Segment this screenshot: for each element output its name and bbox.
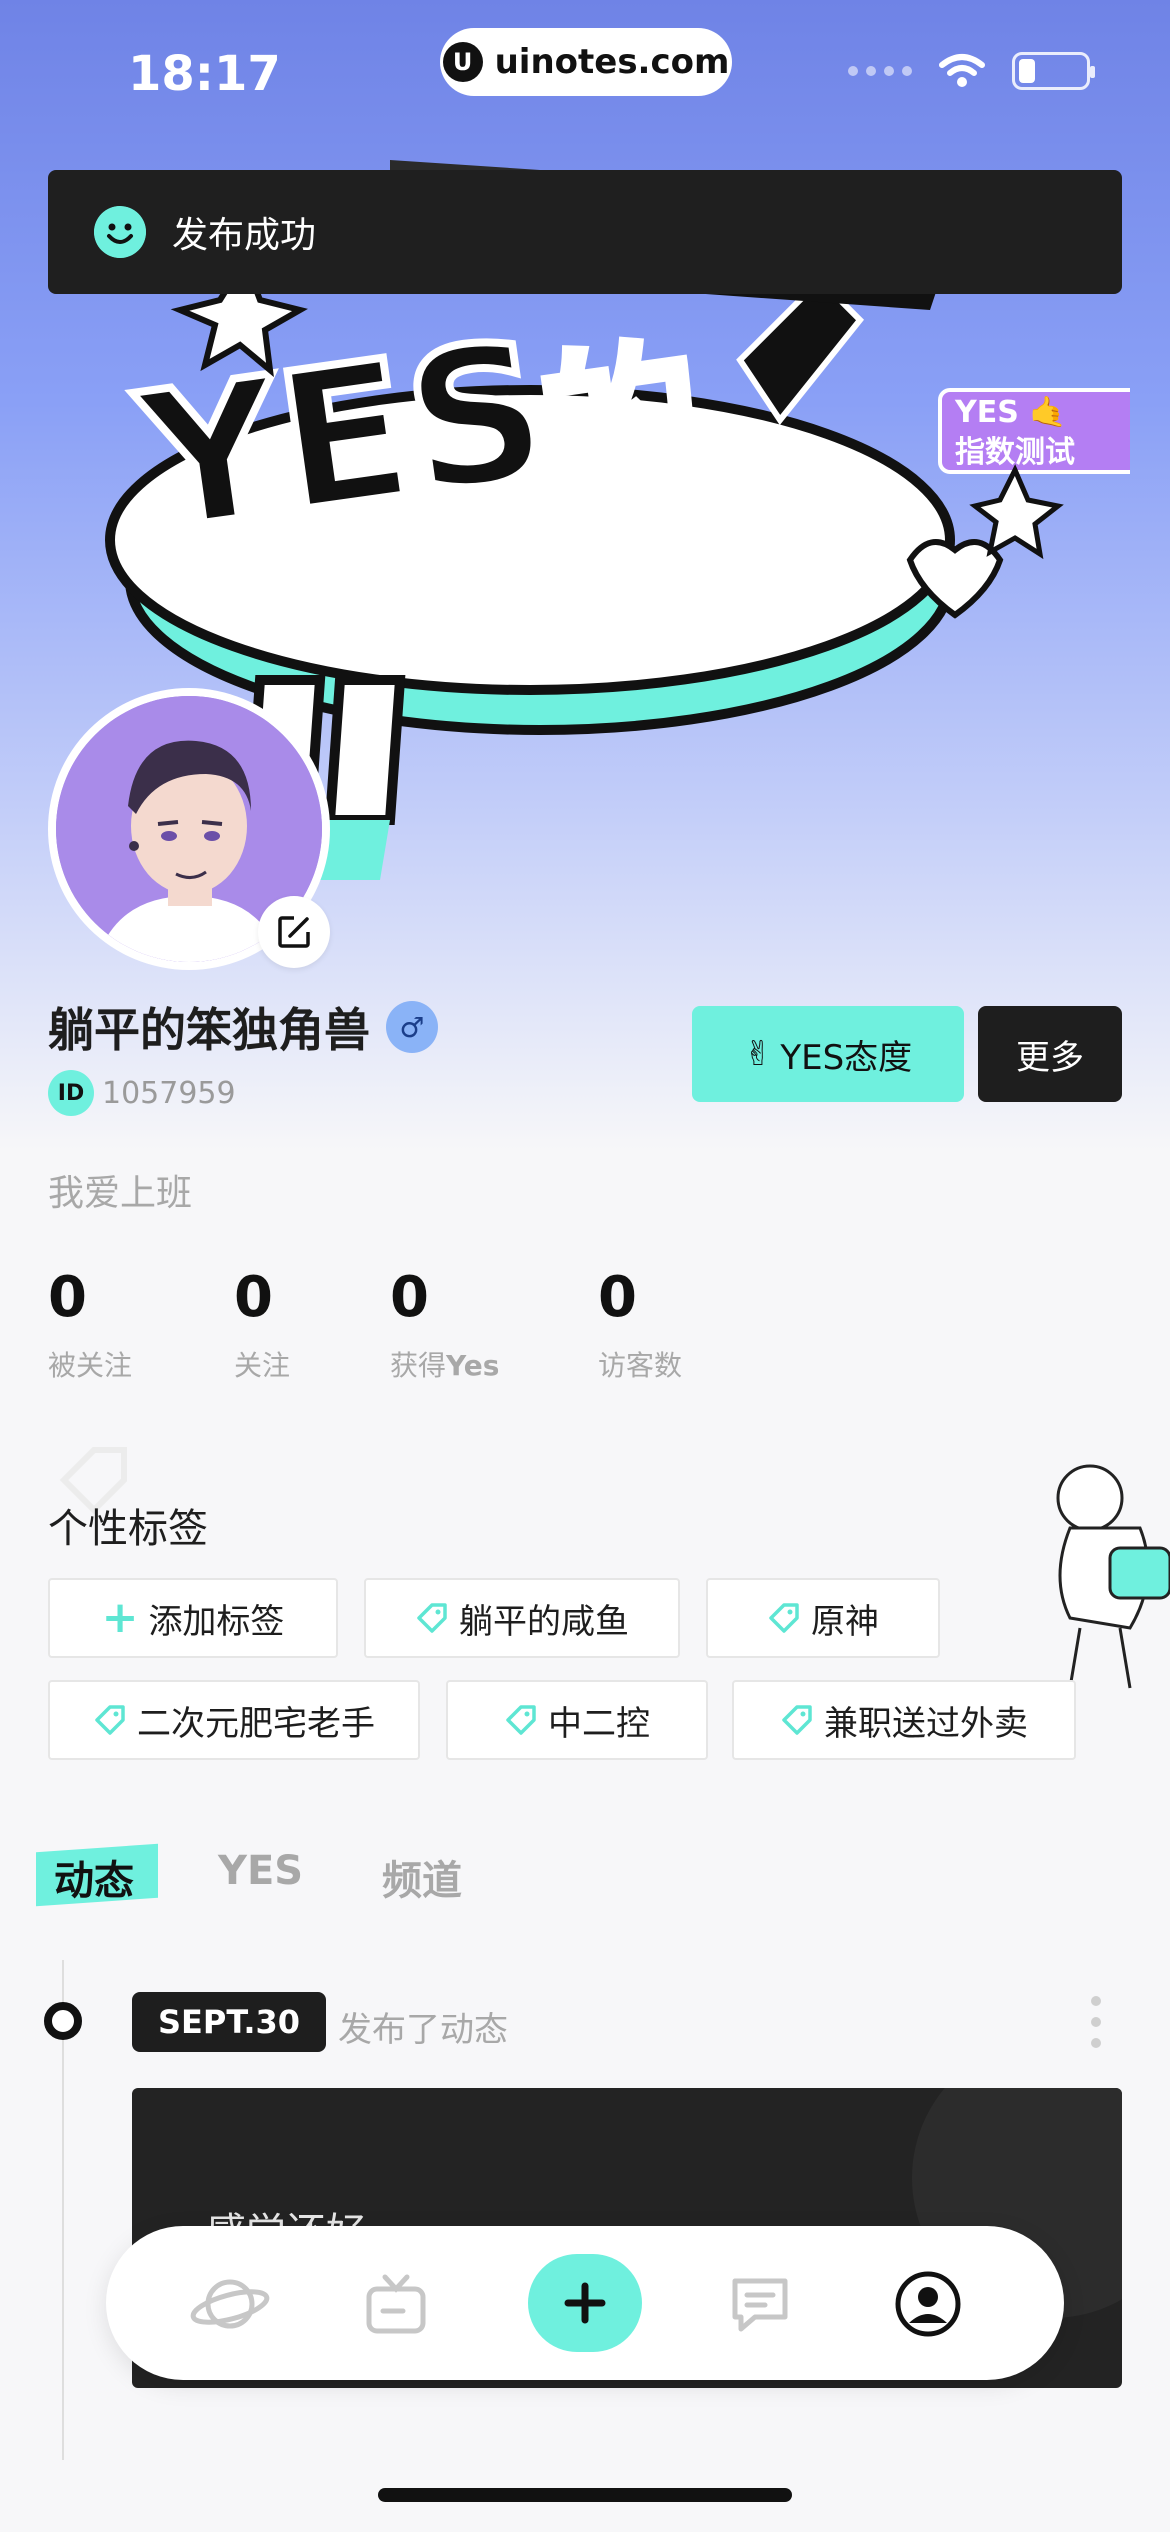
yes-attitude-button[interactable]: ✌ YES态度 xyxy=(692,1006,964,1102)
stat-label-prefix: 获得 xyxy=(390,1349,447,1382)
svg-text:YES 🤙: YES 🤙 xyxy=(954,395,1067,430)
username-row: 躺平的笨独角兽 ♂ xyxy=(48,994,438,1060)
tag-label: 中二控 xyxy=(548,1703,650,1744)
sticker-decoration xyxy=(1056,1464,1170,1689)
post-more-button[interactable] xyxy=(1090,1996,1102,2048)
status-indicators xyxy=(848,52,1095,90)
signal-icon xyxy=(848,66,912,76)
male-gender-icon: ♂ xyxy=(386,1001,438,1053)
post-date-badge: SEPT.30 xyxy=(132,1992,327,2052)
nav-discover[interactable] xyxy=(180,2254,280,2354)
tag-icon xyxy=(769,1603,799,1633)
id-badge: ID xyxy=(48,1070,94,1116)
nav-profile[interactable] xyxy=(878,2254,978,2354)
stat-value: 0 xyxy=(234,1265,273,1330)
site-logo-icon: U xyxy=(442,42,483,82)
smile-icon xyxy=(94,206,146,258)
stat-yes-received[interactable]: 0 获得Yes xyxy=(390,1270,499,1384)
timeline-dot xyxy=(44,2002,82,2040)
tag-label: 原神 xyxy=(811,1601,879,1642)
status-time: 18:17 xyxy=(128,46,281,102)
yes-attitude-label: YES态度 xyxy=(780,1037,913,1078)
user-id: 1057959 xyxy=(102,1075,236,1111)
stat-followers[interactable]: 0 被关注 xyxy=(48,1270,132,1384)
tags-section-title: 个性标签 xyxy=(48,1506,208,1552)
more-button[interactable]: 更多 xyxy=(978,1006,1122,1102)
stat-label: 获得Yes xyxy=(390,1344,499,1384)
stat-value: 0 xyxy=(598,1265,637,1330)
add-tag-label: 添加标签 xyxy=(148,1601,285,1642)
url-pill[interactable]: U uinotes.com xyxy=(440,28,732,96)
tag-chip[interactable]: 原神 xyxy=(706,1578,940,1658)
tab-posts[interactable]: 动态 xyxy=(54,1848,134,1906)
url-text: uinotes.com xyxy=(494,42,730,82)
profile-page: YES 的 YES 🤙 指数测试 18:17 U uinotes.com 发布成… xyxy=(0,0,1170,2532)
plus-icon: + xyxy=(101,1592,139,1643)
post-meta: 发布了动态 xyxy=(338,2010,508,2050)
edit-icon xyxy=(278,916,310,948)
add-tag-button[interactable]: + 添加标签 xyxy=(48,1578,338,1658)
tag-icon xyxy=(782,1705,812,1735)
message-icon xyxy=(732,2278,788,2332)
create-post-button[interactable] xyxy=(528,2254,642,2352)
stat-label: 关注 xyxy=(234,1349,291,1382)
stat-label: 访客数 xyxy=(598,1349,683,1382)
peace-hand-icon: ✌ xyxy=(743,1034,773,1074)
username: 躺平的笨独角兽 xyxy=(48,1003,370,1057)
edit-avatar-button[interactable] xyxy=(258,896,330,968)
nav-channels[interactable] xyxy=(346,2254,446,2354)
planet-icon xyxy=(190,2279,270,2329)
home-indicator xyxy=(378,2488,792,2502)
tag-chip[interactable]: 躺平的咸鱼 xyxy=(364,1578,680,1658)
tag-label: 兼职送过外卖 xyxy=(824,1703,1028,1744)
tag-chip[interactable]: 兼职送过外卖 xyxy=(732,1680,1076,1760)
tag-icon xyxy=(95,1705,125,1735)
tv-icon xyxy=(366,2274,426,2334)
tab-yes[interactable]: YES xyxy=(218,1848,303,1894)
profile-bio: 我爱上班 xyxy=(48,1173,193,1214)
toast-message: 发布成功 xyxy=(172,215,317,256)
tag-label: 二次元肥宅老手 xyxy=(137,1703,375,1744)
tag-chip[interactable]: 二次元肥宅老手 xyxy=(48,1680,420,1760)
nav-messages[interactable] xyxy=(710,2254,810,2354)
tag-icon xyxy=(506,1705,536,1735)
stat-value: 0 xyxy=(390,1265,429,1330)
stat-visitors[interactable]: 0 访客数 xyxy=(598,1270,682,1384)
svg-text:的: 的 xyxy=(528,321,712,528)
tag-chip[interactable]: 中二控 xyxy=(446,1680,708,1760)
stat-value: 0 xyxy=(48,1265,87,1330)
battery-icon xyxy=(1012,52,1095,90)
add-icon xyxy=(564,2282,606,2324)
bottom-nav xyxy=(106,2226,1064,2380)
stat-label: 被关注 xyxy=(48,1349,133,1382)
tag-icon xyxy=(417,1603,447,1633)
stat-following[interactable]: 0 关注 xyxy=(234,1270,290,1384)
tab-channels[interactable]: 频道 xyxy=(382,1848,462,1906)
profile-icon xyxy=(895,2271,961,2337)
stat-label-bold: Yes xyxy=(446,1349,500,1382)
wifi-icon xyxy=(939,54,985,87)
user-id-row: ID 1057959 xyxy=(48,1070,236,1116)
success-toast: 发布成功 xyxy=(48,170,1122,294)
tag-label: 躺平的咸鱼 xyxy=(459,1601,629,1642)
